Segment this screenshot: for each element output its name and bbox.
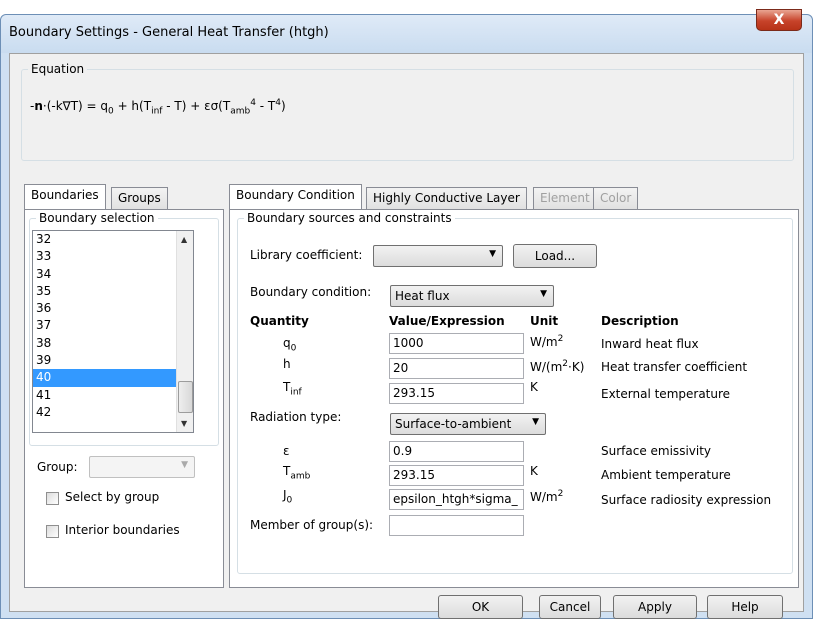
chevron-down-icon: ▼: [489, 249, 496, 259]
library-coefficient-select[interactable]: ▼: [373, 245, 503, 267]
chevron-down-icon: ▼: [532, 417, 539, 427]
equation-legend: Equation: [28, 62, 88, 76]
tab-highly-conductive-layer[interactable]: Highly Conductive Layer: [366, 187, 527, 209]
q0-input[interactable]: 1000: [389, 333, 524, 354]
description-header: Description: [601, 314, 679, 328]
help-button[interactable]: Help: [707, 595, 783, 619]
epsilon-label: ε: [283, 444, 290, 458]
h-description: Heat transfer coefficient: [601, 360, 748, 374]
tinf-description: External temperature: [601, 387, 731, 401]
dialog-window: Boundary Settings - General Heat Transfe…: [0, 9, 813, 619]
tab-boundary-condition[interactable]: Boundary Condition: [229, 184, 362, 209]
list-scrollbar[interactable]: ▲ ▼: [176, 231, 193, 432]
equation-text: -n·(-k∇T) = q0 + h(Tinf - T) + εσ(Tamb4 …: [30, 98, 286, 117]
scroll-up-icon[interactable]: ▲: [181, 235, 187, 244]
load-button[interactable]: Load...: [513, 244, 597, 268]
value-header: Value/Expression: [389, 314, 505, 328]
interior-boundaries-checkbox[interactable]: [46, 525, 59, 538]
boundary-condition-select[interactable]: Heat flux ▼: [390, 285, 554, 307]
member-of-groups-input[interactable]: [389, 515, 524, 536]
group-select[interactable]: ▼: [89, 456, 195, 478]
chevron-down-icon: ▼: [540, 289, 547, 299]
boundary-condition-value: Heat flux: [395, 289, 450, 303]
boundary-sources-legend: Boundary sources and constraints: [244, 211, 455, 225]
tab-element: Element: [533, 187, 597, 209]
quantity-header: Quantity: [250, 314, 309, 328]
apply-button[interactable]: Apply: [613, 595, 697, 619]
select-by-group-label: Select by group: [65, 490, 160, 504]
unit-header: Unit: [530, 314, 559, 328]
j0-unit: W/m2: [530, 489, 564, 504]
chevron-down-icon: ▼: [181, 460, 188, 470]
tab-color: Color: [593, 187, 639, 209]
scrollbar-thumb[interactable]: [178, 381, 193, 413]
tamb-label: Tamb: [283, 464, 311, 482]
tinf-label: Tinf: [283, 380, 302, 398]
tinf-unit: K: [530, 380, 538, 394]
scroll-down-icon[interactable]: ▼: [181, 419, 187, 428]
group-label: Group:: [37, 460, 78, 474]
dialog-client-area: Equation -n·(-k∇T) = q0 + h(Tinf - T) + …: [9, 53, 804, 619]
list-item[interactable]: 39: [33, 352, 193, 369]
list-item[interactable]: 38: [33, 335, 193, 352]
boundary-condition-panel: Boundary sources and constraints Library…: [229, 209, 799, 588]
window-title: Boundary Settings - General Heat Transfe…: [9, 25, 329, 40]
list-item[interactable]: 35: [33, 283, 193, 300]
q0-description: Inward heat flux: [601, 337, 699, 351]
epsilon-input[interactable]: 0.9: [389, 441, 524, 462]
equation-group: Equation -n·(-k∇T) = q0 + h(Tinf - T) + …: [21, 62, 794, 161]
j0-label: J0: [283, 488, 293, 506]
h-unit: W/(m2·K): [530, 359, 585, 374]
boundary-selection-legend: Boundary selection: [36, 211, 158, 225]
select-by-group-checkbox[interactable]: [46, 492, 59, 505]
cancel-button[interactable]: Cancel: [539, 595, 601, 619]
h-input[interactable]: 20: [389, 358, 524, 379]
radiation-type-label: Radiation type:: [250, 410, 342, 424]
h-label: h: [283, 357, 291, 371]
tinf-input[interactable]: 293.15: [389, 383, 524, 404]
tab-boundaries[interactable]: Boundaries: [24, 184, 106, 209]
tamb-input[interactable]: 293.15: [389, 465, 524, 486]
list-item-selected[interactable]: 40: [33, 369, 193, 387]
title-bar: Boundary Settings - General Heat Transfe…: [1, 15, 812, 53]
tamb-description: Ambient temperature: [601, 468, 731, 482]
list-item[interactable]: 36: [33, 300, 193, 317]
list-item[interactable]: 33: [33, 248, 193, 265]
library-coefficient-label: Library coefficient:: [250, 248, 363, 262]
j0-description: Surface radiosity expression: [601, 493, 772, 507]
boundary-list[interactable]: 32 33 34 35 36 37 38 39 40 41 42 ▲ ▼: [32, 230, 194, 433]
tamb-unit: K: [530, 464, 538, 478]
epsilon-description: Surface emissivity: [601, 444, 712, 458]
radiation-type-value: Surface-to-ambient: [395, 417, 512, 431]
boundaries-panel: Boundary selection 32 33 34 35 36 37 38 …: [24, 209, 224, 588]
radiation-type-select[interactable]: Surface-to-ambient ▼: [390, 413, 546, 435]
list-item[interactable]: 41: [33, 387, 193, 404]
boundary-condition-label: Boundary condition:: [250, 285, 372, 299]
tab-groups[interactable]: Groups: [111, 187, 168, 209]
close-button[interactable]: X: [756, 9, 802, 31]
interior-boundaries-label: Interior boundaries: [65, 523, 180, 537]
j0-input[interactable]: epsilon_htgh*sigma_: [389, 489, 524, 510]
q0-unit: W/m2: [530, 334, 564, 349]
ok-button[interactable]: OK: [438, 595, 523, 619]
list-item[interactable]: 32: [33, 231, 193, 248]
list-item[interactable]: 42: [33, 404, 193, 421]
list-item[interactable]: 37: [33, 317, 193, 334]
list-item[interactable]: 34: [33, 266, 193, 283]
member-of-groups-label: Member of group(s):: [250, 518, 374, 532]
q0-label: q0: [283, 336, 297, 354]
